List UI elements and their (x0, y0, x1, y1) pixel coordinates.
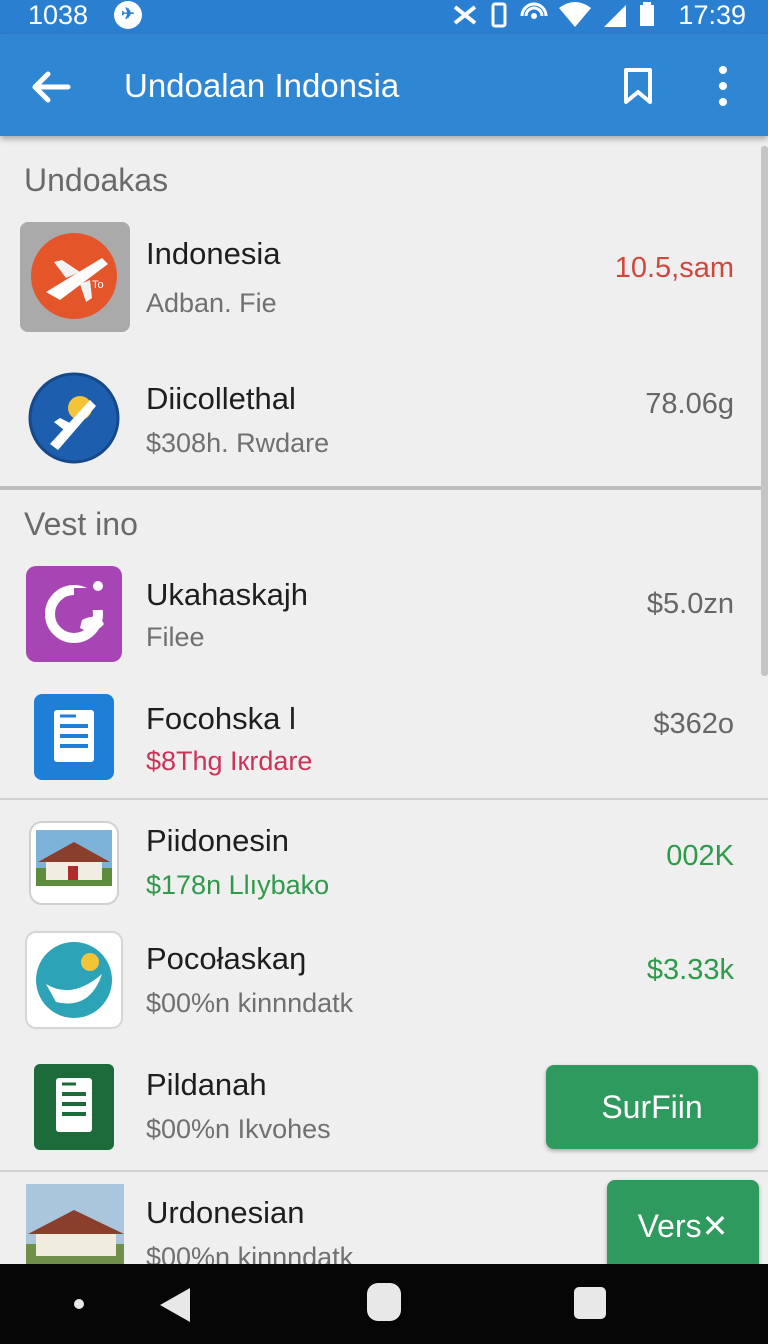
section-divider (0, 486, 768, 490)
item-name: Focohska l (146, 701, 296, 736)
item-subtitle: $00%n kinnndatk (146, 1242, 354, 1264)
travel-globe-icon (20, 360, 130, 470)
house-photo-icon (20, 818, 130, 928)
signal-icon (604, 5, 626, 27)
list-item[interactable]: To Indonesia Adban. Fie 10.5,sam (0, 220, 768, 340)
item-value: $362о (653, 708, 734, 740)
system-nav-bar (0, 1264, 768, 1344)
app-bar: Undoalan Indonsia (0, 34, 768, 136)
item-value: 10.5,sam (614, 252, 734, 284)
hotspot-icon (520, 2, 548, 19)
item-value: 78.06g (645, 388, 734, 420)
item-name: Urdonesian (146, 1195, 305, 1230)
svg-text:To: To (92, 279, 104, 291)
item-value: $5.0zn (646, 588, 734, 620)
notification-app-icon: ✈ (114, 1, 142, 29)
item-name: Pildanah (146, 1067, 267, 1102)
list-item[interactable]: Focohska l $8Thg Iкrdare $362о (0, 688, 768, 808)
no-sim-icon (453, 5, 477, 25)
vibrate-icon (491, 2, 507, 28)
item-value: 002K (666, 840, 734, 872)
list-item[interactable]: Diicollethal $308h. Rwdare 78.06g (0, 360, 768, 480)
vers-button[interactable]: Vers✕ (607, 1180, 759, 1264)
item-name: Pocołaskaŋ (146, 941, 307, 976)
section-title-vest-ino: Vest ino (24, 506, 138, 542)
bird-badge-icon (20, 930, 130, 1040)
status-time-right: 17:39 (678, 0, 746, 30)
list-item[interactable]: Ukahaskajh Filee $5.0zn (0, 560, 768, 680)
airplane-icon: To (20, 222, 130, 332)
item-name: Indonesia (146, 236, 281, 271)
divider (0, 1170, 768, 1172)
nav-home-icon[interactable] (367, 1283, 401, 1321)
item-subtitle: Adban. Fie (146, 288, 277, 318)
status-icons (452, 2, 656, 28)
scrollbar[interactable] (761, 146, 768, 676)
list-item[interactable]: Pocołaskaŋ $00%n kinnndatk $3.33k (0, 930, 768, 1050)
house-photo-icon (20, 1184, 130, 1264)
nav-back-icon[interactable] (158, 1286, 192, 1324)
item-subtitle: $00%n Ikvohes (146, 1114, 331, 1144)
divider (0, 798, 768, 800)
surfiin-button[interactable]: SurFiin (546, 1065, 758, 1149)
battery-icon (640, 2, 654, 26)
status-time-left: 1038 (28, 0, 89, 30)
nav-dot-icon[interactable] (74, 1299, 84, 1309)
sync-fish-icon (20, 562, 130, 672)
page-title: Undoalan Indonsia (124, 67, 400, 104)
ticket-document-icon (20, 690, 130, 800)
item-subtitle: Filee (146, 622, 205, 652)
back-arrow-icon[interactable] (28, 64, 74, 110)
nav-recents-icon[interactable] (574, 1287, 606, 1319)
status-bar: 1038 ✈ 17:39 (0, 0, 768, 34)
item-value: $3.33k (646, 954, 734, 986)
item-subtitle: $308h. Rwdare (146, 428, 330, 458)
item-subtitle: $178n Llıybako (146, 870, 330, 900)
list-item[interactable]: Piidonesin $178n Llıybako 002K (0, 816, 768, 936)
item-name: Ukahaskajh (146, 577, 308, 612)
bookmark-icon[interactable] (618, 66, 658, 106)
more-options-icon[interactable] (708, 64, 738, 108)
item-name: Diicollethal (146, 381, 296, 416)
section-title-undoakas: Undoakas (24, 162, 169, 198)
wifi-icon (559, 2, 591, 27)
item-subtitle: $8Thg Iкrdare (146, 746, 313, 776)
item-subtitle: $00%n kinnndatk (146, 988, 354, 1018)
item-name: Piidonesin (146, 823, 290, 858)
content-list[interactable]: Undoakas To Indonesia Adban. Fie 10.5,sa… (0, 136, 768, 1264)
green-document-icon (20, 1058, 130, 1168)
